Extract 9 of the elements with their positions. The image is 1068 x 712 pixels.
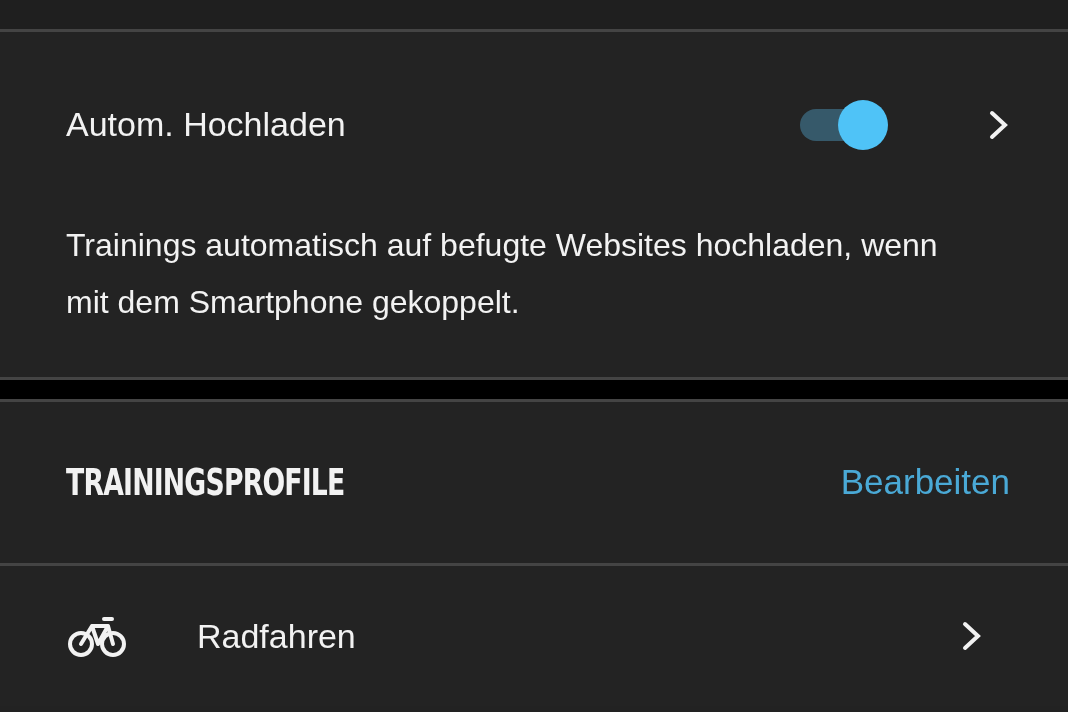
edit-link[interactable]: Bearbeiten bbox=[840, 456, 1010, 509]
bicycle-icon bbox=[68, 614, 126, 658]
profile-label[interactable]: Radfahren bbox=[197, 610, 961, 662]
section-title: TRAININGSPROFILE bbox=[66, 459, 346, 506]
chevron-right-icon[interactable] bbox=[988, 108, 1010, 141]
setting-description: Trainings automatisch auf befugte Websites hochladen, wenn mit dem Smartphone gekoppelt. bbox=[66, 226, 939, 322]
chevron-right-icon[interactable] bbox=[961, 620, 983, 652]
setting-label: Autom. Hochladen bbox=[66, 104, 347, 145]
toggle-switch[interactable] bbox=[800, 99, 888, 150]
